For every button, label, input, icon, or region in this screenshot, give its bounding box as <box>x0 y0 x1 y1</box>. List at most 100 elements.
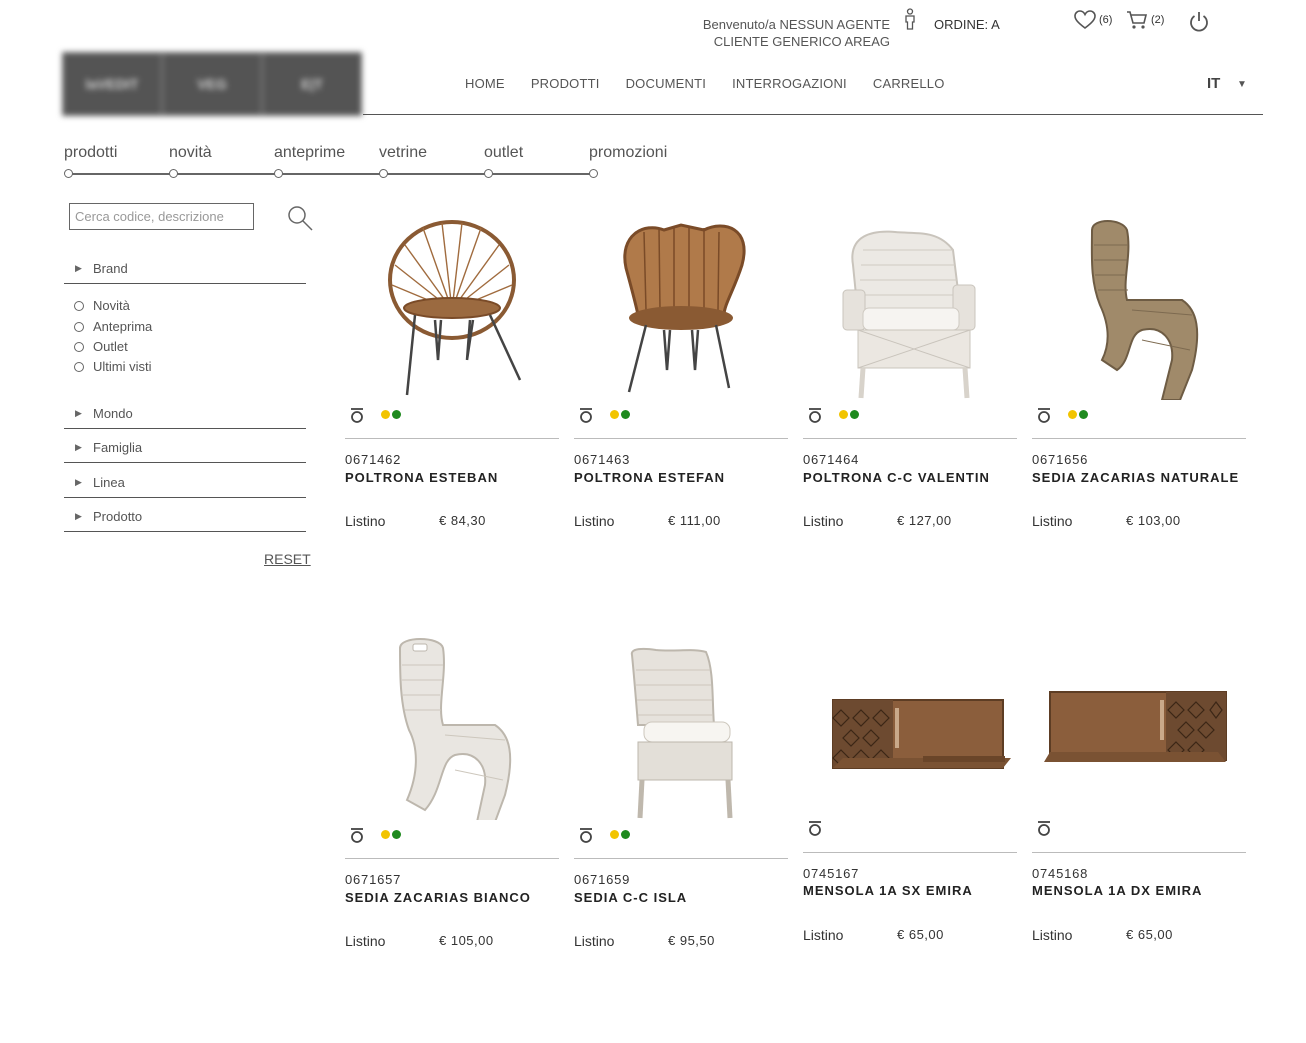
tab-dot[interactable] <box>64 169 73 178</box>
availability-icon <box>351 828 363 843</box>
product-image[interactable] <box>803 210 1017 400</box>
product-card[interactable]: 0671463 POLTRONA ESTEFAN Listino € 111,0… <box>574 210 788 550</box>
tab-anteprime[interactable]: anteprime <box>274 144 345 162</box>
availability-icon <box>1038 821 1050 836</box>
product-card[interactable]: 0745167 MENSOLA 1A SX EMIRA Listino € 65… <box>803 630 1017 970</box>
tab-dot[interactable] <box>379 169 388 178</box>
reset-link[interactable]: RESET <box>264 551 311 567</box>
radio-novita[interactable]: Novità <box>74 298 130 313</box>
nav-prodotti[interactable]: PRODOTTI <box>531 76 600 91</box>
filter-mondo[interactable]: ▶ Mondo <box>64 406 306 429</box>
wishlist-count: (6) <box>1099 14 1113 26</box>
radio-anteprima[interactable]: Anteprima <box>74 319 152 334</box>
product-name[interactable]: SEDIA ZACARIAS BIANCO <box>345 890 531 905</box>
product-code: 0671464 <box>803 452 860 467</box>
product-price: € 95,50 <box>668 933 715 948</box>
color-dot-yellow <box>610 830 619 839</box>
product-image[interactable] <box>574 210 788 400</box>
filter-prodotto[interactable]: ▶ Prodotto <box>64 509 306 532</box>
radio-circle <box>74 300 84 311</box>
tab-dot[interactable] <box>589 169 598 178</box>
tab-vetrine[interactable]: vetrine <box>379 144 427 162</box>
triangle-right-icon: ▶ <box>75 511 82 521</box>
header-divider <box>363 114 1263 115</box>
wishlist-button[interactable]: (6) <box>1074 10 1112 30</box>
card-divider <box>345 858 559 859</box>
tab-prodotti[interactable]: prodotti <box>64 144 117 162</box>
power-icon[interactable] <box>1188 10 1210 34</box>
product-code: 0745167 <box>803 866 860 881</box>
product-price: € 84,30 <box>439 513 486 528</box>
product-code: 0671462 <box>345 452 402 467</box>
color-dot-green <box>1079 410 1088 419</box>
nav-home[interactable]: HOME <box>465 76 505 91</box>
product-image[interactable] <box>345 210 559 400</box>
tab-novita[interactable]: novità <box>169 144 212 162</box>
color-dots <box>610 830 630 839</box>
card-divider <box>345 438 559 439</box>
card-divider <box>803 438 1017 439</box>
radio-circle <box>74 341 84 352</box>
nav-carrello[interactable]: CARRELLO <box>873 76 945 91</box>
product-image[interactable] <box>1032 630 1246 820</box>
heart-icon <box>1074 10 1096 30</box>
color-dot-green <box>621 830 630 839</box>
cart-button[interactable]: (2) <box>1126 10 1164 30</box>
product-card[interactable]: 0671656 SEDIA ZACARIAS NATURALE Listino … <box>1032 210 1246 550</box>
tab-outlet[interactable]: outlet <box>484 144 523 162</box>
tab-dot[interactable] <box>274 169 283 178</box>
color-dot-green <box>850 410 859 419</box>
product-name[interactable]: SEDIA ZACARIAS NATURALE <box>1032 470 1239 485</box>
product-price: € 65,00 <box>897 927 944 942</box>
product-name[interactable]: MENSOLA 1A DX EMIRA <box>1032 883 1202 898</box>
product-name[interactable]: POLTRONA ESTEBAN <box>345 470 498 485</box>
filter-brand[interactable]: ▶ Brand <box>64 261 306 284</box>
product-card[interactable]: 0671462 POLTRONA ESTEBAN Listino € 84,30 <box>345 210 559 550</box>
product-card[interactable]: 0671464 POLTRONA C-C VALENTIN Listino € … <box>803 210 1017 550</box>
color-dot-yellow <box>1068 410 1077 419</box>
product-code: 0671463 <box>574 452 631 467</box>
product-image[interactable] <box>345 630 559 823</box>
search-input[interactable] <box>69 203 254 230</box>
product-image[interactable] <box>803 630 1017 820</box>
radio-ultimi-visti[interactable]: Ultimi visti <box>74 359 152 374</box>
main-nav: HOME PRODOTTI DOCUMENTI INTERROGAZIONI C… <box>465 76 945 91</box>
search-icon[interactable] <box>286 205 314 231</box>
color-dot-yellow <box>839 410 848 419</box>
product-image[interactable] <box>574 630 788 820</box>
filter-famiglia[interactable]: ▶ Famiglia <box>64 440 306 463</box>
language-selector[interactable]: IT <box>1207 75 1220 92</box>
brand-logo[interactable]: laVEDIT VEG E|T <box>62 52 362 116</box>
chevron-down-icon[interactable]: ▼ <box>1237 79 1247 90</box>
product-card[interactable]: 0671657 SEDIA ZACARIAS BIANCO Listino € … <box>345 630 559 970</box>
tab-dot[interactable] <box>484 169 493 178</box>
cart-count: (2) <box>1151 14 1165 26</box>
product-name[interactable]: POLTRONA C-C VALENTIN <box>803 470 990 485</box>
product-name[interactable]: POLTRONA ESTEFAN <box>574 470 725 485</box>
price-label: Listino <box>345 513 386 529</box>
price-label: Listino <box>1032 927 1073 943</box>
tab-promozioni[interactable]: promozioni <box>589 144 667 162</box>
nav-documenti[interactable]: DOCUMENTI <box>626 76 707 91</box>
agent-icon[interactable] <box>902 8 918 30</box>
availability-icon <box>580 828 592 843</box>
product-card[interactable]: 0745168 MENSOLA 1A DX EMIRA Listino € 65… <box>1032 630 1246 970</box>
availability-icon <box>809 408 821 423</box>
tab-dot[interactable] <box>169 169 178 178</box>
filter-linea[interactable]: ▶ Linea <box>64 475 306 498</box>
radio-outlet[interactable]: Outlet <box>74 339 128 354</box>
product-price: € 103,00 <box>1126 513 1181 528</box>
product-name[interactable]: MENSOLA 1A SX EMIRA <box>803 883 973 898</box>
section-tabs: prodotti novità anteprime vetrine outlet… <box>64 144 667 180</box>
nav-interrogazioni[interactable]: INTERROGAZIONI <box>732 76 847 91</box>
card-divider <box>1032 438 1246 439</box>
product-image[interactable] <box>1032 210 1246 401</box>
product-card[interactable]: 0671659 SEDIA C-C ISLA Listino € 95,50 <box>574 630 788 970</box>
radio-circle <box>74 361 84 372</box>
logo-part: E|T <box>264 54 360 114</box>
product-name[interactable]: SEDIA C-C ISLA <box>574 890 687 905</box>
color-dots <box>381 410 401 419</box>
product-code: 0671659 <box>574 872 631 887</box>
order-indicator[interactable]: ORDINE: A <box>934 17 1000 32</box>
product-price: € 65,00 <box>1126 927 1173 942</box>
